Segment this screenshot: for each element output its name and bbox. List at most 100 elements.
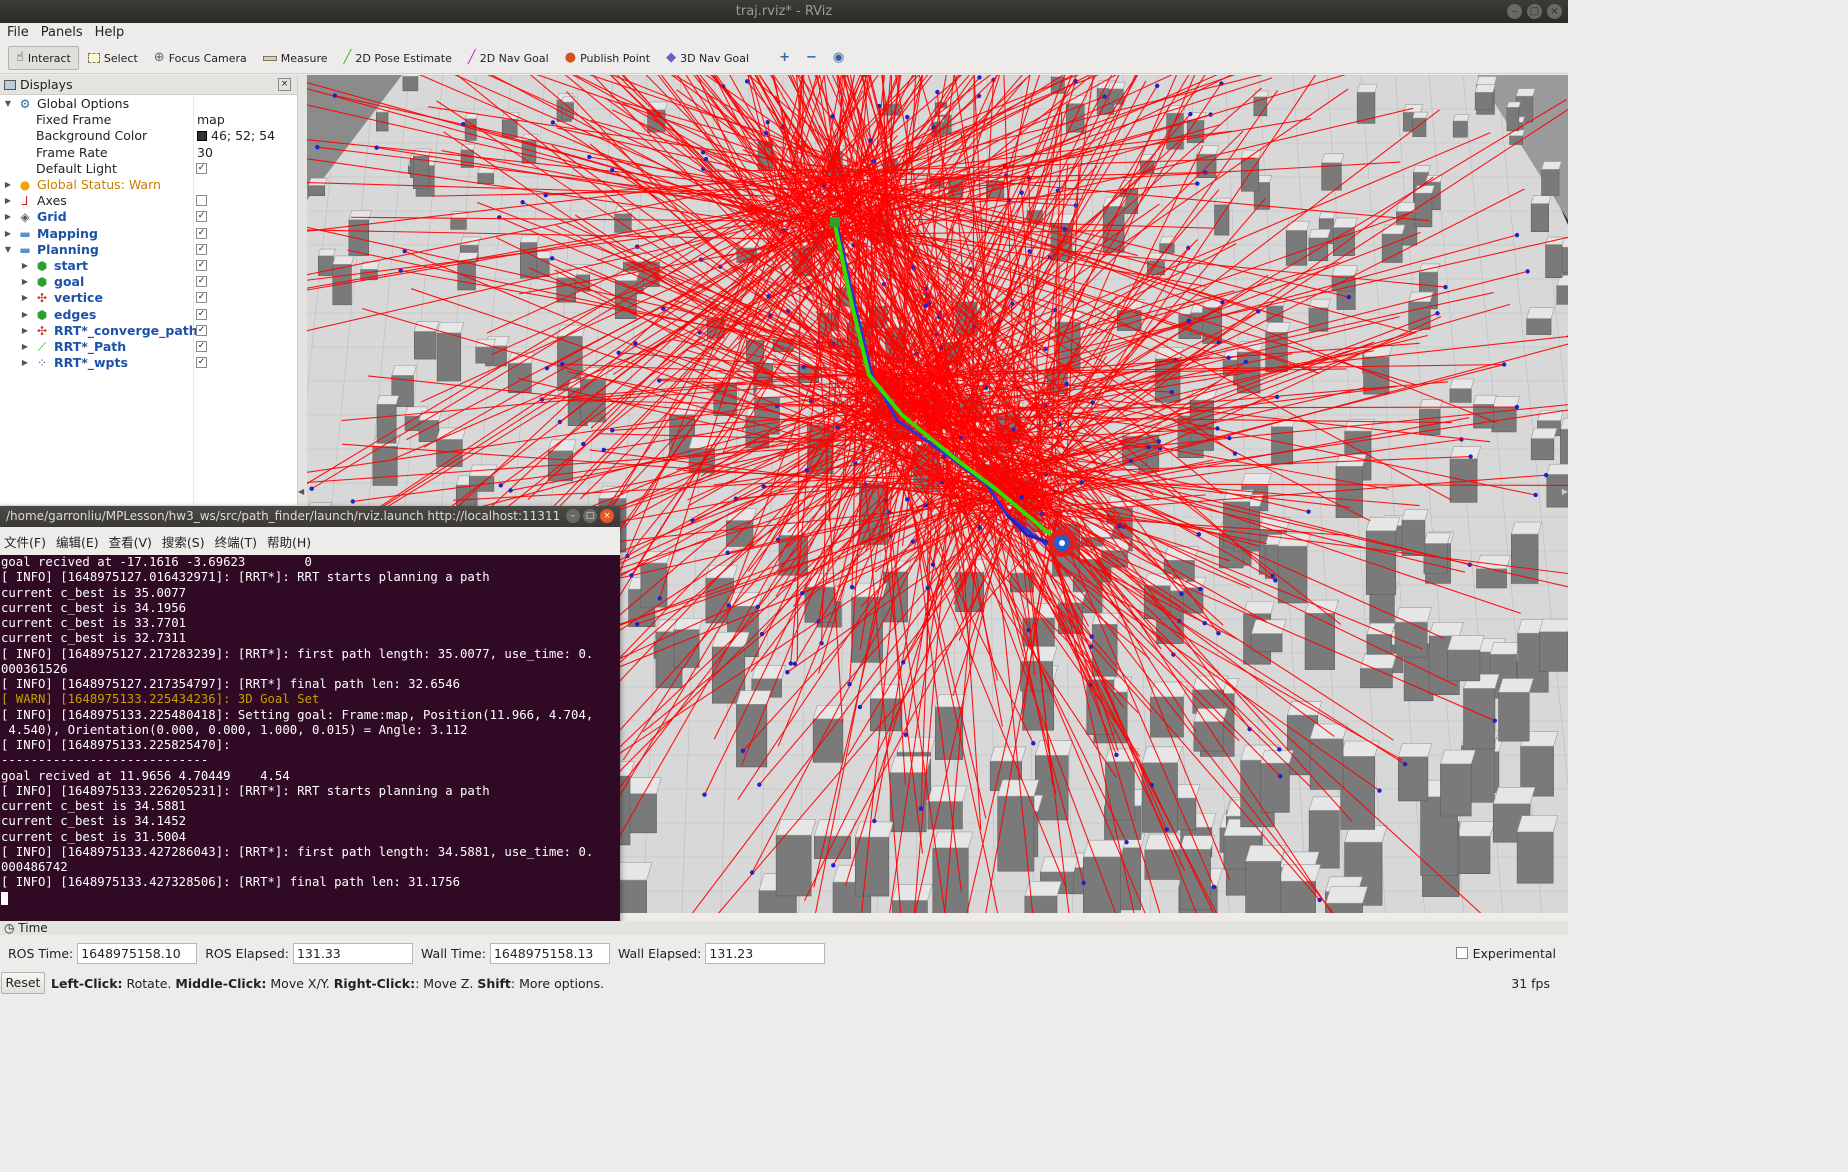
terminal-menu-file[interactable]: 文件(F) xyxy=(4,532,46,551)
rrt-vertex xyxy=(1102,94,1107,99)
terminal-menu-help[interactable]: 帮助(H) xyxy=(267,532,311,551)
enable-checkbox[interactable]: ✓ xyxy=(196,243,207,255)
display-item-rrt-converge-paths[interactable]: ▶ ✣ RRT*_converge_paths ✓ xyxy=(0,323,296,339)
collapse-left-icon[interactable]: ◀ xyxy=(298,487,304,496)
tool-properties-button[interactable]: ◉ xyxy=(826,46,851,70)
terminal-menu-terminal[interactable]: 终端(T) xyxy=(215,532,257,551)
expand-arrow-icon[interactable]: ▶ xyxy=(20,339,30,355)
rrt-vertex xyxy=(935,89,940,95)
enable-checkbox[interactable]: ✓ xyxy=(196,324,207,336)
tool-2d-pose-estimate-button[interactable]: ╱ 2D Pose Estimate xyxy=(337,46,459,70)
wall-elapsed-field[interactable]: 131.23 xyxy=(705,942,826,964)
collapse-arrow-icon[interactable]: ▼ xyxy=(3,242,13,258)
panel-splitter[interactable]: ◀ xyxy=(298,75,307,505)
display-item-start[interactable]: ▶ ⬢ start ✓ xyxy=(0,258,296,274)
expand-arrow-icon[interactable]: ▶ xyxy=(20,307,30,323)
ros-time-field[interactable]: 1648975158.10 xyxy=(77,942,198,964)
terminal-close-icon[interactable]: × xyxy=(600,509,614,523)
display-item-frame-rate[interactable]: Frame Rate 30 xyxy=(0,145,296,161)
display-item-planning[interactable]: ▼ ▬ Planning ✓ xyxy=(0,242,296,258)
display-item-value[interactable]: 46; 52; 54 xyxy=(197,128,275,144)
tool-2d-nav-goal-button[interactable]: ╱ 2D Nav Goal xyxy=(461,46,556,70)
enable-checkbox[interactable]: ✓ xyxy=(196,227,207,239)
rrt-vertex xyxy=(587,154,592,160)
rrt-vertex xyxy=(633,341,638,346)
close-icon[interactable]: × xyxy=(1547,4,1562,19)
tool-interact-button[interactable]: ☝ Interact xyxy=(8,46,79,70)
obstacle-block xyxy=(1556,275,1568,305)
display-item-fixed-frame[interactable]: Fixed Frame map xyxy=(0,112,296,128)
terminal-menu-view[interactable]: 查看(V) xyxy=(109,532,152,551)
enable-checkbox[interactable]: ✓ xyxy=(196,308,207,320)
terminal-menu-search[interactable]: 搜索(S) xyxy=(162,532,205,551)
menu-file[interactable]: File xyxy=(7,23,29,43)
rrt-vertex xyxy=(1215,426,1220,431)
display-item-rrt-path[interactable]: ▶ ⟋ RRT*_Path ✓ xyxy=(0,339,296,355)
experimental-checkbox[interactable] xyxy=(1455,947,1468,959)
menu-panels[interactable]: Panels xyxy=(41,23,83,43)
expand-arrow-icon[interactable]: ▶ xyxy=(20,323,30,339)
expand-arrow-icon[interactable]: ▶ xyxy=(20,290,30,306)
tool-publish-point-button[interactable]: ● Publish Point xyxy=(558,46,657,70)
display-item-mapping[interactable]: ▶ ▬ Mapping ✓ xyxy=(0,226,296,242)
display-item-grid[interactable]: ▶ ◈ Grid ✓ xyxy=(0,209,296,225)
display-item-rrt-wpts[interactable]: ▶ ⁘ RRT*_wpts ✓ xyxy=(0,355,296,371)
display-item-value[interactable]: map xyxy=(197,112,225,128)
terminal-menu-edit[interactable]: 编辑(E) xyxy=(56,532,99,551)
display-item-axes[interactable]: ▶ ⅃ Axes xyxy=(0,193,296,209)
menu-help[interactable]: Help xyxy=(95,23,125,43)
wall-time-field[interactable]: 1648975158.13 xyxy=(489,942,610,964)
terminal-maximize-icon[interactable]: □ xyxy=(583,509,597,523)
minimize-icon[interactable]: – xyxy=(1507,4,1522,19)
remove-tool-button[interactable]: − xyxy=(799,46,824,70)
add-tool-button[interactable]: + xyxy=(772,46,797,70)
expand-arrow-icon[interactable]: ▶ xyxy=(3,209,13,225)
color-swatch xyxy=(197,131,207,142)
expand-arrow-icon[interactable]: ▶ xyxy=(20,274,30,290)
enable-checkbox[interactable]: ✓ xyxy=(196,292,207,304)
display-item-goal[interactable]: ▶ ⬢ goal ✓ xyxy=(0,274,296,290)
expand-arrow-icon[interactable]: ▶ xyxy=(20,258,30,274)
terminal-minimize-icon[interactable]: – xyxy=(566,509,580,523)
obstacle-face xyxy=(520,242,538,279)
expand-arrow-icon[interactable]: ▶ xyxy=(3,177,13,193)
enable-checkbox[interactable] xyxy=(196,195,207,207)
rrt-vertex xyxy=(1117,524,1122,529)
reset-button[interactable]: Reset xyxy=(1,972,45,994)
terminal-output[interactable]: goal recived at -17.1616 -3.69623 0[ INF… xyxy=(0,555,620,906)
rrt-vertex xyxy=(925,585,930,591)
terminal-window[interactable]: /home/garronliu/MPLesson/hw3_ws/src/path… xyxy=(0,506,620,923)
display-item-background-color[interactable]: Background Color 46; 52; 54 xyxy=(0,128,296,144)
display-item-global-status-warn[interactable]: ▶ ● Global Status: Warn xyxy=(0,177,296,193)
enable-checkbox[interactable]: ✓ xyxy=(196,357,207,369)
expand-arrow-icon[interactable]: ▶ xyxy=(3,193,13,209)
tool-3d-nav-goal-button[interactable]: ◆ 3D Nav Goal xyxy=(659,46,756,70)
pin-icon: ● xyxy=(564,50,577,65)
expand-arrow-icon[interactable]: ▶ xyxy=(20,355,30,371)
display-item-default-light[interactable]: Default Light ✓ xyxy=(0,161,296,177)
tool-focus-camera-button[interactable]: ⊕ Focus Camera xyxy=(147,46,254,70)
ros-elapsed-field[interactable]: 131.33 xyxy=(292,942,413,964)
close-panel-icon[interactable]: × xyxy=(278,78,291,91)
collapse-arrow-icon[interactable]: ▼ xyxy=(3,96,13,112)
enable-checkbox[interactable]: ✓ xyxy=(196,341,207,352)
obstacle-block xyxy=(1214,197,1232,236)
display-item-value[interactable]: 30 xyxy=(197,145,213,161)
obstacle-top xyxy=(1498,678,1534,693)
experimental-toggle[interactable]: Experimental xyxy=(1455,946,1556,961)
tool-measure-button[interactable]: Measure xyxy=(256,46,335,70)
display-item-edges[interactable]: ▶ ⬢ edges ✓ xyxy=(0,307,296,323)
display-item-global-options[interactable]: ▼ ⚙ Global Options xyxy=(0,96,296,112)
enable-checkbox[interactable]: ✓ xyxy=(196,276,207,288)
enable-checkbox[interactable]: ✓ xyxy=(196,260,207,271)
display-item-vertice[interactable]: ▶ ✣ vertice ✓ xyxy=(0,290,296,306)
obstacle-top xyxy=(711,631,750,648)
tool-select-button[interactable]: Select xyxy=(81,46,145,70)
maximize-icon[interactable]: □ xyxy=(1527,4,1542,19)
enable-checkbox[interactable]: ✓ xyxy=(196,211,207,223)
collapse-right-icon[interactable]: ▶ xyxy=(1562,487,1568,496)
expand-arrow-icon[interactable]: ▶ xyxy=(3,226,13,242)
obstacle-top xyxy=(402,75,419,77)
rrt-vertex xyxy=(1156,439,1162,444)
enable-checkbox[interactable]: ✓ xyxy=(196,162,207,174)
